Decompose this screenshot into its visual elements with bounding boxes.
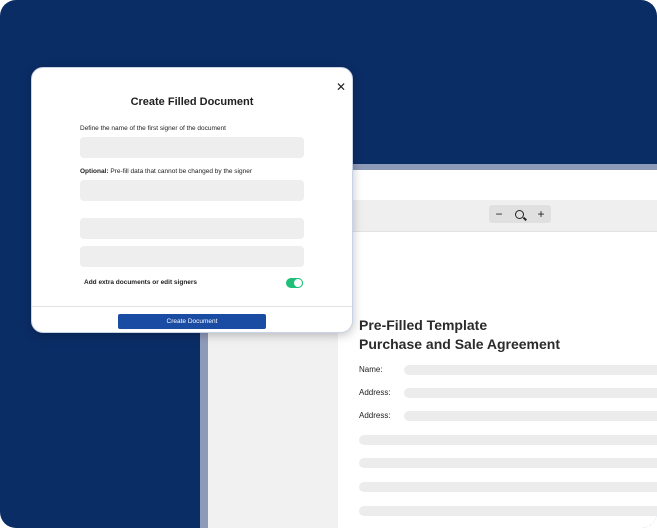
page-background: − + Pre-Filled Template Purchase and Sal… bbox=[0, 0, 657, 528]
modal-footer-divider bbox=[32, 306, 352, 307]
field-value-placeholder bbox=[404, 388, 657, 398]
zoom-out-button[interactable]: − bbox=[495, 205, 502, 223]
optional-label-text: Pre-fill data that cannot be changed by … bbox=[108, 168, 252, 175]
toggle-label: Add extra documents or edit signers bbox=[84, 279, 198, 286]
text-line-placeholder bbox=[359, 506, 657, 516]
field-value-placeholder bbox=[404, 411, 657, 421]
document-title-line2: Purchase and Sale Agreement bbox=[359, 336, 561, 352]
field-label: Address: bbox=[359, 411, 391, 420]
prefill-input-1[interactable] bbox=[80, 180, 304, 201]
signer-name-input[interactable] bbox=[80, 137, 304, 158]
field-label: Name: bbox=[359, 365, 383, 374]
optional-prefill-label: Optional: Pre-fill data that cannot be c… bbox=[80, 168, 252, 175]
field-label: Address: bbox=[359, 388, 391, 397]
search-icon[interactable] bbox=[515, 209, 525, 219]
close-icon[interactable]: ✕ bbox=[334, 80, 348, 94]
document-field-name: Name: bbox=[359, 364, 657, 376]
document-title: Pre-Filled Template Purchase and Sale Ag… bbox=[359, 316, 657, 354]
document-field-address-2: Address: bbox=[359, 410, 657, 422]
text-line-placeholder bbox=[359, 458, 657, 468]
extra-documents-toggle[interactable] bbox=[286, 278, 303, 288]
create-filled-document-modal: ✕ Create Filled Document Define the name… bbox=[31, 67, 353, 333]
text-line-placeholder bbox=[359, 482, 657, 492]
document-field-address: Address: bbox=[359, 387, 657, 399]
field-value-placeholder bbox=[404, 365, 657, 375]
modal-title: Create Filled Document bbox=[130, 96, 254, 108]
prefill-input-2[interactable] bbox=[80, 218, 304, 239]
toggle-knob bbox=[293, 278, 303, 288]
zoom-in-button[interactable]: + bbox=[537, 205, 544, 223]
signer-name-label: Define the name of the first signer of t… bbox=[80, 125, 226, 132]
text-line-placeholder bbox=[359, 435, 657, 445]
prefill-input-3[interactable] bbox=[80, 246, 304, 267]
optional-label-bold: Optional: bbox=[80, 168, 109, 175]
zoom-controls: − + bbox=[489, 205, 551, 223]
create-document-button[interactable]: Create Document bbox=[118, 314, 266, 329]
document-title-line1: Pre-Filled Template bbox=[359, 317, 488, 333]
